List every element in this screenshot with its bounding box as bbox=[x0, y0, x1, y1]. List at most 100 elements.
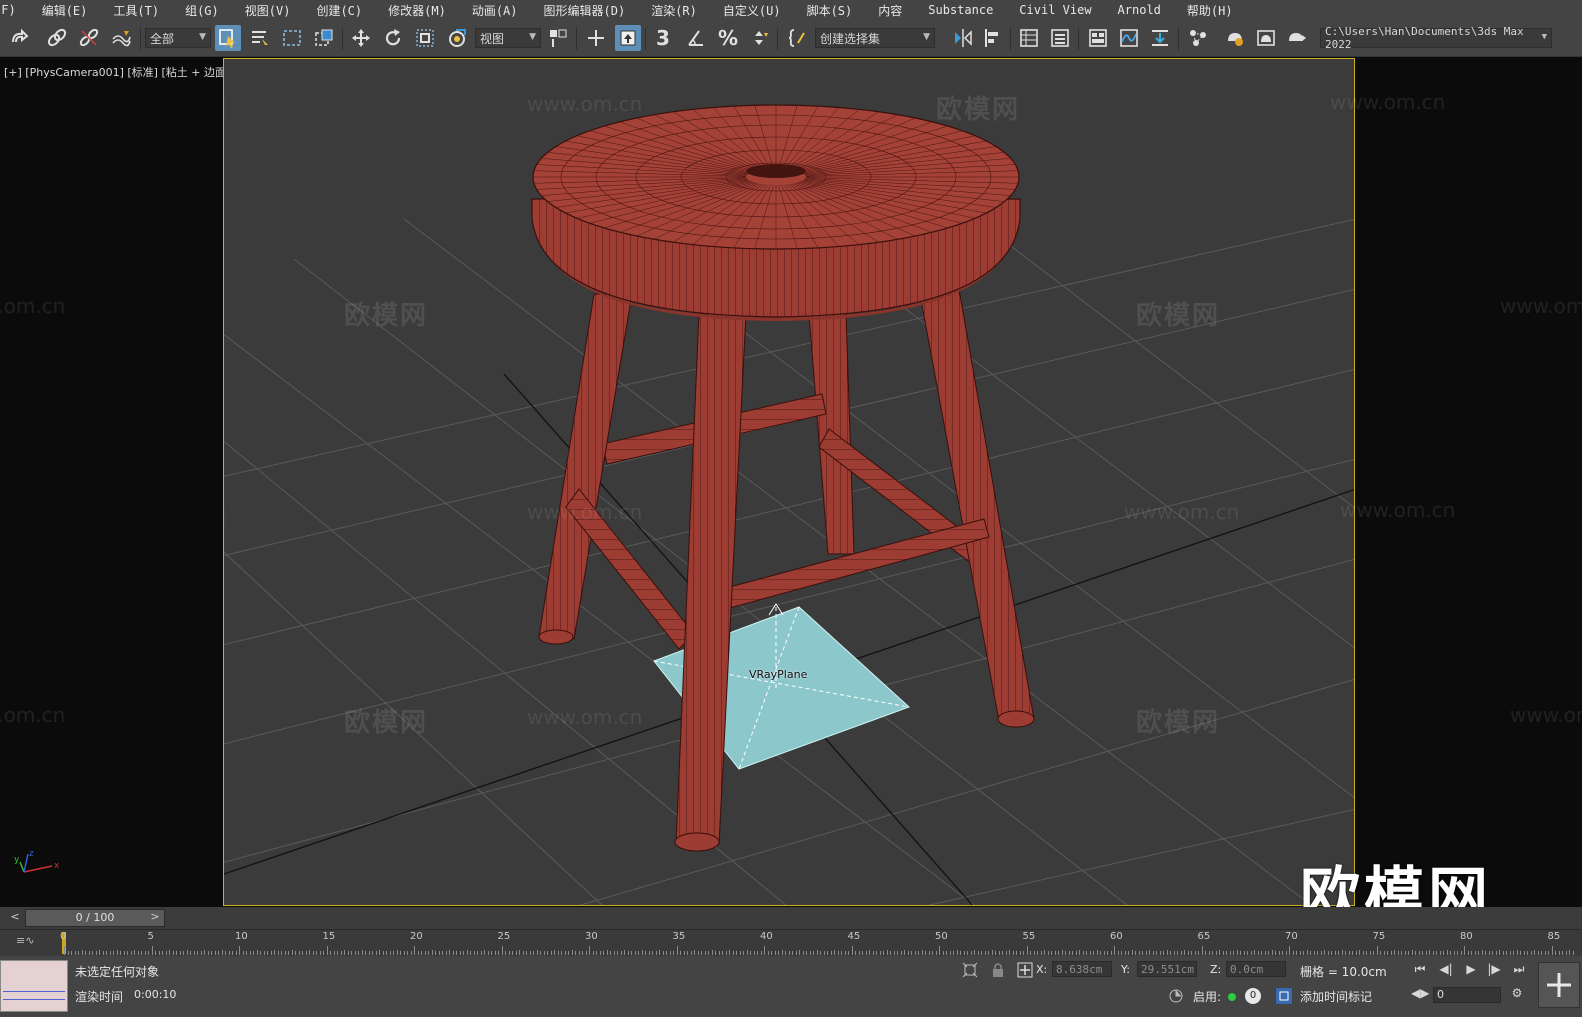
track-bar-tick bbox=[599, 951, 601, 955]
viewport-label[interactable]: [+] [PhysCamera001] [标准] [粘土 + 边面] bbox=[4, 64, 230, 80]
mirror-icon[interactable] bbox=[950, 25, 976, 51]
next-frame-arrow-icon[interactable]: > bbox=[149, 909, 161, 925]
rect-selection-region-icon[interactable] bbox=[279, 25, 305, 51]
schematic-view-icon[interactable] bbox=[1147, 25, 1173, 51]
track-bar-tick bbox=[974, 950, 975, 955]
menu-item[interactable]: 视图(V) bbox=[232, 2, 304, 19]
track-bar-tick bbox=[536, 950, 538, 955]
play-icon[interactable]: ▶ bbox=[1462, 962, 1480, 978]
menu-item[interactable]: 帮助(H) bbox=[1174, 2, 1246, 19]
select-manipulate-icon[interactable] bbox=[583, 25, 609, 51]
track-bar-tick bbox=[1457, 951, 1458, 955]
track-bar-tick bbox=[610, 951, 611, 955]
spinner-snap-icon[interactable] bbox=[747, 25, 773, 51]
time-slider[interactable]: 0 / 100 bbox=[25, 909, 165, 927]
perspective-viewport[interactable]: [+] [PhysCamera001] [标准] [粘土 + 边面] www.o… bbox=[0, 57, 1582, 931]
menu-item[interactable]: 工具(T) bbox=[100, 2, 172, 19]
rendered-frame-window-icon[interactable] bbox=[1253, 25, 1279, 51]
menu-item[interactable]: 修改器(M) bbox=[375, 2, 459, 19]
keyboard-shortcut-toggle-icon[interactable] bbox=[615, 25, 641, 51]
z-coordinate-field[interactable]: 0.0cm bbox=[1226, 961, 1286, 977]
link-icon[interactable] bbox=[44, 25, 70, 51]
track-bar-tick bbox=[862, 951, 863, 955]
menu-item[interactable]: Civil View bbox=[1006, 3, 1104, 17]
bind-spacewarp-icon[interactable] bbox=[108, 25, 134, 51]
menu-item[interactable]: Substance bbox=[915, 3, 1006, 17]
menu-item[interactable]: 自定义(U) bbox=[710, 2, 794, 19]
menu-item[interactable]: 内容 bbox=[865, 2, 915, 19]
curve-editor-icon[interactable] bbox=[1116, 25, 1142, 51]
enable-count-badge[interactable]: 0 bbox=[1245, 988, 1261, 1004]
track-bar-tick bbox=[1509, 951, 1511, 955]
menu-item[interactable]: Arnold bbox=[1105, 3, 1174, 17]
menu-item[interactable]: 图形编辑器(D) bbox=[531, 2, 639, 19]
time-configuration-icon[interactable]: ⚙ bbox=[1508, 986, 1526, 1002]
go-to-end-icon[interactable]: ⏭ bbox=[1510, 962, 1528, 978]
snaps-toggle-icon[interactable]: 3 bbox=[650, 25, 676, 51]
time-tag-icon[interactable] bbox=[1276, 988, 1292, 1004]
isolate-selection-icon[interactable] bbox=[962, 962, 978, 978]
pivot-center-icon[interactable] bbox=[545, 25, 571, 51]
percent-snap-icon[interactable]: % bbox=[715, 25, 741, 51]
add-time-tag-button[interactable]: 添加时间标记 bbox=[1300, 988, 1372, 1005]
track-bar-tick bbox=[841, 951, 842, 955]
track-bar[interactable]: ≡∿ 0 5 10 15 20 25 30 35 40 45 50 55 60 65 70 75 80 85 bbox=[0, 929, 1582, 957]
absolute-transform-icon[interactable] bbox=[1017, 962, 1033, 978]
x-coordinate-field[interactable]: 8.638cm bbox=[1052, 961, 1112, 977]
track-bar-tick bbox=[785, 951, 786, 955]
track-bar-tick bbox=[865, 951, 867, 955]
menu-item[interactable]: 创建(C) bbox=[303, 2, 375, 19]
rotate-icon[interactable] bbox=[380, 25, 406, 51]
angle-snap-icon[interactable] bbox=[683, 25, 709, 51]
track-bar-tick bbox=[1548, 951, 1549, 955]
current-frame-field[interactable]: 0 bbox=[1433, 987, 1501, 1003]
align-icon[interactable] bbox=[980, 25, 1006, 51]
place-icon[interactable] bbox=[444, 25, 470, 51]
go-to-start-icon[interactable]: ⏮ bbox=[1411, 962, 1429, 978]
track-bar-tick bbox=[886, 950, 888, 955]
menu-item[interactable]: 动画(A) bbox=[459, 2, 531, 19]
render-setup-icon[interactable] bbox=[1222, 25, 1248, 51]
layer-explorer-icon[interactable] bbox=[1047, 25, 1073, 51]
move-icon[interactable] bbox=[348, 25, 374, 51]
create-object-button[interactable] bbox=[1538, 962, 1580, 1008]
key-mode-toggle-icon[interactable]: ◀▶ bbox=[1411, 986, 1429, 1002]
scene-explorer-icon[interactable] bbox=[1016, 25, 1042, 51]
adaptive-degradation-icon[interactable] bbox=[1168, 988, 1184, 1004]
material-editor-icon[interactable] bbox=[1185, 25, 1211, 51]
track-bar-tick bbox=[1369, 951, 1371, 955]
scale-icon[interactable] bbox=[412, 25, 438, 51]
track-bar-tick bbox=[991, 950, 993, 955]
menu-item[interactable]: 组(G) bbox=[172, 2, 232, 19]
y-coordinate-field[interactable]: 29.551cm bbox=[1137, 961, 1197, 977]
unlink-icon[interactable] bbox=[76, 25, 102, 51]
redo-icon[interactable] bbox=[6, 25, 32, 51]
track-bar-tick bbox=[1415, 951, 1416, 955]
menu-item[interactable]: 编辑(E) bbox=[29, 2, 101, 19]
render-production-icon[interactable] bbox=[1284, 25, 1310, 51]
menu-item[interactable]: (F) bbox=[0, 3, 29, 17]
curve-editor-toggle-icon[interactable]: ≡∿ bbox=[16, 934, 34, 947]
select-by-name-icon[interactable] bbox=[247, 25, 273, 51]
menu-item[interactable]: 渲染(R) bbox=[638, 2, 710, 19]
selection-filter-dropdown[interactable]: 全部 ▼ bbox=[145, 28, 211, 48]
edit-named-selection-icon[interactable] bbox=[784, 25, 810, 51]
next-frame-icon[interactable]: |▶ bbox=[1485, 962, 1503, 978]
track-bar-tick bbox=[711, 950, 713, 955]
lock-icon[interactable] bbox=[990, 962, 1006, 978]
reference-coordinate-dropdown[interactable]: 视图 ▼ bbox=[475, 28, 541, 48]
toggle-ribbon-icon[interactable] bbox=[1085, 25, 1111, 51]
previous-frame-icon[interactable]: ◀| bbox=[1437, 962, 1455, 978]
track-bar-tick bbox=[781, 950, 783, 955]
prev-frame-arrow-icon[interactable]: < bbox=[9, 909, 21, 925]
toolbar-separator bbox=[576, 28, 577, 50]
select-object-icon[interactable] bbox=[215, 25, 241, 51]
track-bar-tick bbox=[1348, 951, 1350, 955]
named-selection-set-dropdown[interactable]: 创建选择集 ▼ bbox=[815, 28, 935, 48]
maxscript-listener[interactable] bbox=[0, 960, 68, 1012]
project-folder-dropdown[interactable]: C:\Users\Han\Documents\3ds Max 2022 ▼ bbox=[1320, 25, 1552, 51]
track-bar-tick bbox=[638, 951, 639, 955]
menu-item[interactable]: 脚本(S) bbox=[794, 2, 866, 19]
window-crossing-icon[interactable] bbox=[311, 25, 337, 51]
track-bar-tick bbox=[365, 951, 366, 955]
